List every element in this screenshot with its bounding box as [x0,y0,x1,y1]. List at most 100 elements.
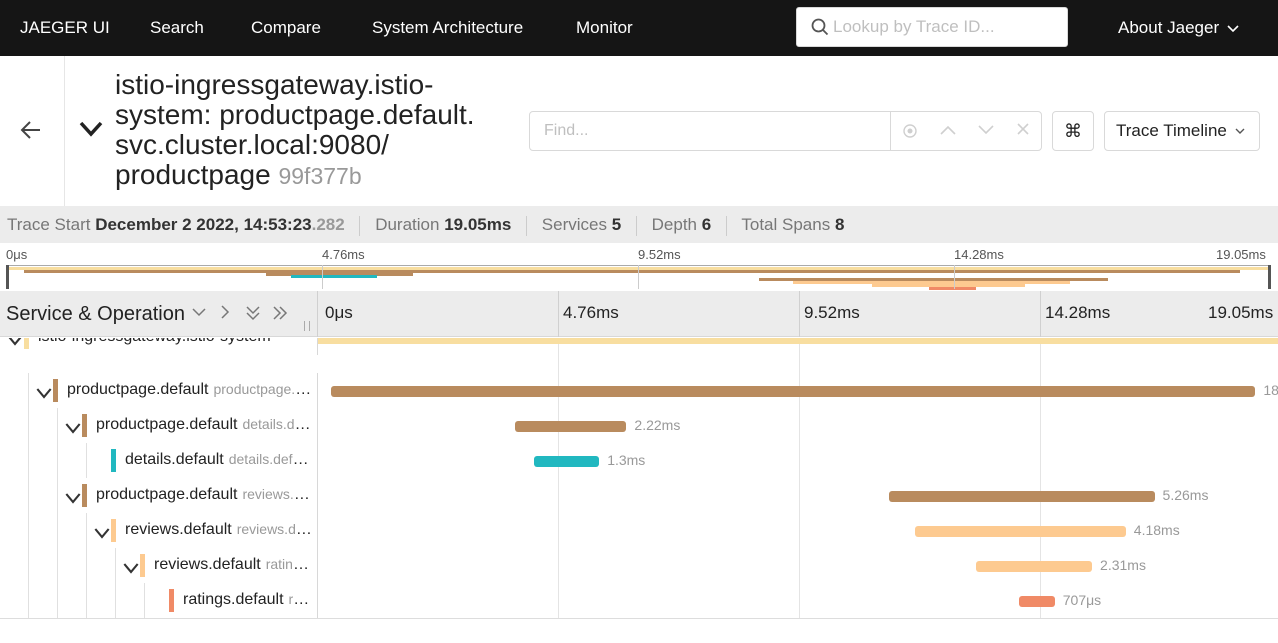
chevron-down-icon[interactable] [65,420,81,436]
tree-indent-guide [115,548,116,583]
tree-indent-guide [115,583,116,618]
double-chevron-down-icon[interactable] [245,305,261,321]
nav-system-architecture[interactable]: System Architecture [372,0,523,56]
column-resize-handle[interactable] [304,321,310,331]
tree-indent-guide [86,583,87,618]
span-bar[interactable] [889,491,1155,502]
service-color-marker [82,484,87,507]
chevron-down-icon[interactable] [192,307,206,317]
duration-label: Duration [375,215,440,234]
double-chevron-right-icon[interactable] [272,305,288,321]
chevron-down-icon[interactable] [65,490,81,506]
arrow-left-icon [20,121,40,139]
span-bar[interactable] [330,386,1256,397]
timeline-gridline [799,291,800,337]
chevron-up-icon[interactable] [937,120,959,142]
tree-indent-guide [86,548,87,583]
nav-search[interactable]: Search [150,0,204,56]
span-bar[interactable] [975,561,1093,572]
service-name: details.default [125,451,224,468]
span-name-cell[interactable]: reviews.defaultreviews.default.svc.clust… [0,513,318,548]
span-name-cell[interactable]: details.defaultdetails.default.svc.clust… [0,443,318,478]
close-icon[interactable] [1012,120,1034,142]
chevron-down-icon[interactable] [36,385,52,401]
span-bar[interactable] [1018,596,1055,607]
span-row[interactable]: details.defaultdetails.default.svc.clust… [0,443,1278,478]
span-bar[interactable] [318,338,1278,344]
span-row[interactable]: productpage.defaultreviews.default.svc.c… [0,478,1278,513]
span-bar[interactable] [915,526,1126,537]
total-spans-label: Total Spans [741,215,831,234]
span-duration: 1.3ms [607,452,646,468]
span-name-cell[interactable]: productpage.defaultdetails.default.svc.c… [0,408,318,443]
service-name: ratings.default [183,591,284,608]
tree-indent-guide [28,478,29,513]
service-color-marker [82,414,87,437]
chevron-down-icon[interactable] [78,120,104,138]
chevron-down-icon[interactable] [94,525,110,541]
trace-start-value: December 2 2022, 14:53:23 [95,215,312,234]
trace-minimap[interactable]: 0μs 4.76ms 9.52ms 14.28ms 19.05ms [0,243,1278,291]
span-name-cell[interactable]: productpage.defaultreviews.default.svc.c… [0,478,318,513]
span-row[interactable]: productpage.defaultdetails.default.svc.c… [0,408,1278,443]
minimap-span-bar [23,269,1241,273]
tree-indent-guide [28,513,29,548]
locate-icon[interactable] [899,120,921,142]
span-name-cell[interactable]: productpage.defaultproductpage.default.s… [0,373,318,408]
timeline-header: Service & Operation 0μs 4.76ms 9.52ms 14… [0,291,1278,337]
minimap-gridline [638,265,639,289]
service-color-marker [111,519,116,542]
back-button[interactable] [0,56,65,206]
chevron-down-icon[interactable] [975,120,997,142]
span-service-name: productpage.defaultproductpage.default.s… [67,381,312,399]
tree-indent-guide [28,583,29,618]
view-select-label: Trace Timeline [1116,121,1227,140]
span-name-cell[interactable]: istio-ingressgateway.istio-system [0,338,318,355]
trace-find[interactable] [529,111,1042,151]
trace-id-lookup[interactable] [796,7,1068,47]
chevron-down-icon[interactable] [123,560,139,576]
service-color-marker [111,449,116,472]
minimap-left-handle[interactable] [6,265,9,289]
span-row[interactable]: reviews.defaultratings.default.svc.clust… [0,548,1278,583]
services-label: Services [541,215,607,234]
tree-indent-guide [57,548,58,583]
span-service-name: productpage.defaultdetails.default.svc.c… [96,416,312,434]
brand-logo[interactable]: JAEGER UI [20,0,110,56]
trace-title-line: system: productpage.default. [115,99,475,130]
nav-compare[interactable]: Compare [251,0,321,56]
tree-indent-guide [57,583,58,618]
trace-id-input[interactable] [833,8,1059,46]
find-input[interactable] [530,112,891,150]
about-jaeger-menu[interactable]: About Jaeger [1118,0,1239,56]
operation-name: ratings.default.svc.cluster.local:9080/* [265,556,312,572]
operation-name: productpage.default.svc.cluster.local:90… [213,381,312,397]
service-color-marker [169,589,174,612]
minimap-tick: 0μs [6,247,28,262]
operation-name: ratings.default.svc.cluster.local:9080/* [288,591,312,607]
minimap-tick: 4.76ms [322,247,365,262]
span-duration: 2.31ms [1100,557,1146,573]
span-row[interactable]: istio-ingressgateway.istio-system [0,338,1278,355]
operation-name: details.default.svc.cluster.local:9080/* [242,416,312,432]
minimap-right-handle[interactable] [1268,265,1271,289]
chevron-right-icon[interactable] [220,305,230,319]
command-icon: ⌘ [1064,121,1082,141]
nav-monitor[interactable]: Monitor [576,0,633,56]
view-select[interactable]: Trace Timeline [1104,111,1260,151]
tree-indent-guide [57,408,58,443]
tree-indent-guide [144,583,145,618]
keyboard-shortcuts-button[interactable]: ⌘ [1052,111,1094,151]
tree-indent-guide [57,443,58,478]
span-row[interactable]: productpage.defaultproductpage.default.s… [0,373,1278,408]
chevron-down-icon[interactable] [7,338,23,348]
span-bar[interactable] [533,456,600,467]
span-name-cell[interactable]: ratings.defaultratings.default.svc.clust… [0,583,318,618]
span-name-cell[interactable]: reviews.defaultratings.default.svc.clust… [0,548,318,583]
span-duration: 5.26ms [1162,487,1209,503]
span-row[interactable]: ratings.defaultratings.default.svc.clust… [0,583,1278,618]
span-row[interactable]: reviews.defaultreviews.default.svc.clust… [0,513,1278,548]
span-bar[interactable] [514,421,627,432]
trace-title-line: productpage [115,159,271,190]
trace-id: 99f377b [278,163,362,189]
